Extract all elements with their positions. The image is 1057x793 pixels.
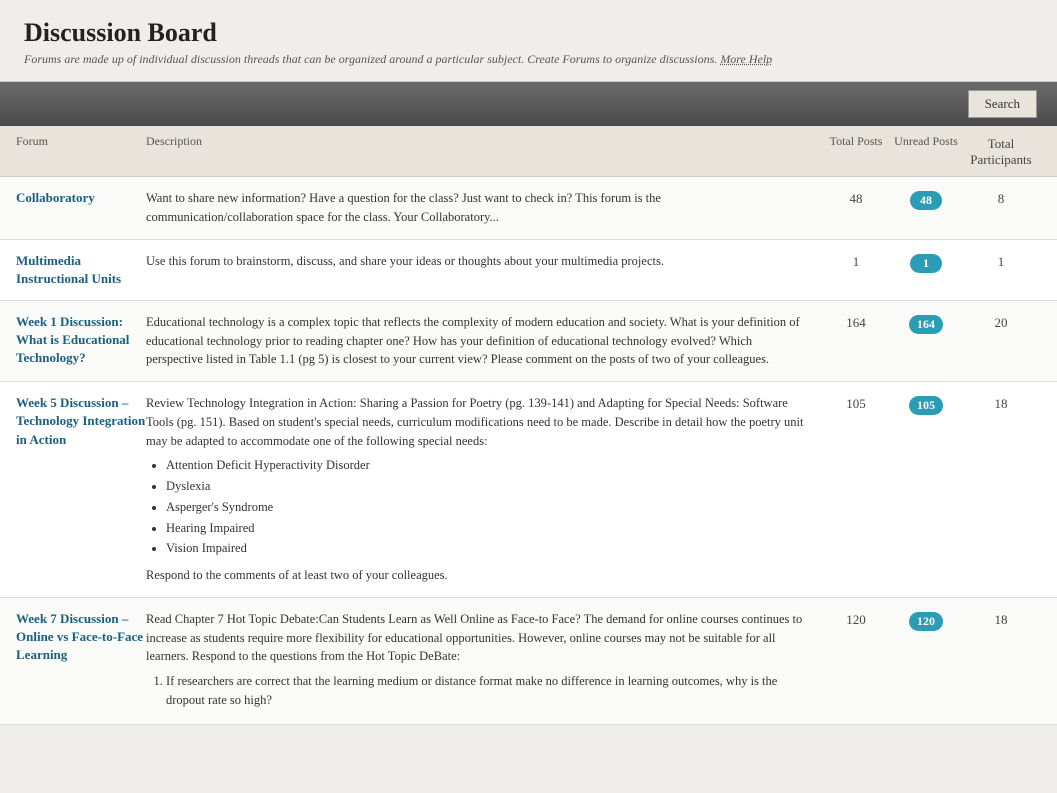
col-header-description: Description [146, 134, 821, 168]
page-title: Discussion Board [24, 18, 1033, 48]
total-participants: 20 [961, 313, 1041, 331]
unread-badge: 105 [909, 396, 943, 415]
forum-description: Use this forum to brainstorm, discuss, a… [146, 252, 821, 271]
total-posts: 1 [821, 252, 891, 270]
table-row: Week 5 Discussion – Technology Integrati… [0, 382, 1057, 598]
unread-posts: 1 [891, 252, 961, 273]
forum-name[interactable]: Week 1 Discussion: What is Educational T… [16, 313, 146, 368]
forum-name[interactable]: Week 7 Discussion – Online vs Face-to-Fa… [16, 610, 146, 665]
list-item: Hearing Impaired [166, 519, 811, 538]
unread-badge: 48 [910, 191, 942, 210]
forum-name[interactable]: Multimedia Instructional Units [16, 252, 146, 288]
col-header-participants: Total Participants [961, 134, 1041, 168]
total-posts: 164 [821, 313, 891, 331]
forum-description: Read Chapter 7 Hot Topic Debate:Can Stud… [146, 610, 821, 712]
list-item: Vision Impaired [166, 539, 811, 558]
more-help-link[interactable]: More Help [720, 52, 772, 66]
table-row: Week 7 Discussion – Online vs Face-to-Fa… [0, 598, 1057, 725]
page-subtitle: Forums are made up of individual discuss… [24, 52, 1033, 67]
special-needs-list: Attention Deficit Hyperactivity Disorder… [166, 456, 811, 558]
total-participants: 1 [961, 252, 1041, 270]
table-row: Collaboratory Want to share new informat… [0, 177, 1057, 240]
total-posts: 120 [821, 610, 891, 628]
numbered-list: If researchers are correct that the lear… [166, 672, 811, 710]
col-header-total-posts: Total Posts [821, 134, 891, 168]
table-header: Forum Description Total Posts Unread Pos… [0, 126, 1057, 177]
forum-description: Educational technology is a complex topi… [146, 313, 821, 369]
unread-badge: 1 [910, 254, 942, 273]
total-posts: 105 [821, 394, 891, 412]
total-participants: 8 [961, 189, 1041, 207]
list-item: If researchers are correct that the lear… [166, 672, 811, 710]
table-row: Multimedia Instructional Units Use this … [0, 240, 1057, 301]
unread-badge: 164 [909, 315, 943, 334]
list-item: Asperger's Syndrome [166, 498, 811, 517]
total-participants: 18 [961, 610, 1041, 628]
list-footer: Respond to the comments of at least two … [146, 566, 811, 585]
table-row: Week 1 Discussion: What is Educational T… [0, 301, 1057, 382]
forum-description: Want to share new information? Have a qu… [146, 189, 821, 227]
toolbar: Search [0, 82, 1057, 126]
main-content: Forum Description Total Posts Unread Pos… [0, 126, 1057, 725]
search-button[interactable]: Search [968, 90, 1037, 118]
list-item: Attention Deficit Hyperactivity Disorder [166, 456, 811, 475]
unread-posts: 120 [891, 610, 961, 631]
forum-name[interactable]: Week 5 Discussion – Technology Integrati… [16, 394, 146, 449]
forum-name[interactable]: Collaboratory [16, 189, 146, 207]
unread-badge: 120 [909, 612, 943, 631]
col-header-forum: Forum [16, 134, 146, 168]
total-participants: 18 [961, 394, 1041, 412]
unread-posts: 164 [891, 313, 961, 334]
unread-posts: 105 [891, 394, 961, 415]
page-header: Discussion Board Forums are made up of i… [0, 0, 1057, 82]
forum-description: Review Technology Integration in Action:… [146, 394, 821, 585]
col-header-unread-posts: Unread Posts [891, 134, 961, 168]
list-item: Dyslexia [166, 477, 811, 496]
total-posts: 48 [821, 189, 891, 207]
unread-posts: 48 [891, 189, 961, 210]
